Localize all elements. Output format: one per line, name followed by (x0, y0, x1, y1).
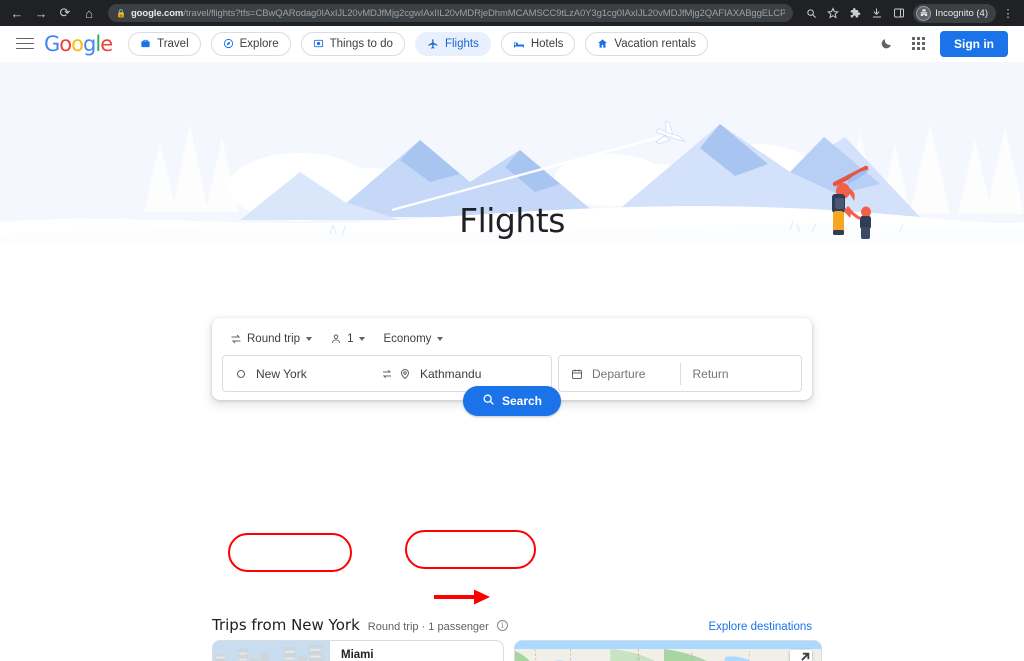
destination-card-list: Miami Dec 2 – 9 Nonstop · 3 hr 15 min $7… (212, 640, 504, 661)
downloads-icon[interactable] (867, 3, 887, 23)
chevron-down-icon (359, 337, 366, 341)
circle-outline-icon (235, 368, 247, 380)
google-travel-nav: Google Travel Explore Things to do Fligh… (0, 26, 1024, 62)
nav-chip-flights[interactable]: Flights (414, 31, 491, 56)
forward-button[interactable]: → (30, 2, 52, 24)
nav-chip-explore[interactable]: Explore (210, 31, 291, 56)
nav-chip-travel[interactable]: Travel (128, 31, 201, 56)
trips-title: Trips from New York (212, 616, 360, 634)
search-button-label: Search (501, 394, 543, 408)
departure-placeholder: Departure (592, 366, 646, 381)
url-text: google.com/travel/flights?tfs=CBwQARodag… (131, 8, 785, 19)
sidepanel-icon[interactable] (889, 3, 909, 23)
bookmark-icon[interactable] (823, 3, 843, 23)
map-canvas (515, 641, 821, 661)
nav-chip-label: Travel (157, 37, 189, 50)
apps-grid-icon[interactable] (908, 34, 928, 54)
sign-in-button[interactable]: Sign in (940, 30, 1008, 57)
chevron-down-icon (437, 337, 444, 341)
expand-diagonal-icon[interactable] (790, 650, 812, 661)
profile-label: Incognito (4) (935, 7, 988, 19)
chevron-down-icon (306, 337, 313, 341)
passenger-count: 1 (347, 333, 354, 345)
origin-input[interactable]: New York (223, 356, 387, 391)
moon-icon[interactable] (876, 34, 896, 54)
bed-icon (513, 38, 525, 50)
main-menu-icon[interactable] (12, 37, 34, 50)
cabin-class-selector[interactable]: Economy (377, 329, 449, 349)
explore-destinations-link[interactable]: Explore destinations (708, 621, 812, 633)
destinations-map[interactable]: Map data ©2023 Google, INEGI (514, 640, 822, 661)
info-icon[interactable]: i (496, 619, 508, 631)
trips-section-header: Trips from New York Round trip · 1 passe… (212, 616, 812, 634)
trip-type-selector[interactable]: Round trip (224, 329, 318, 349)
url-path: /travel/flights?tfs=CBwQARodag0IAxIJL20v… (183, 7, 786, 19)
url-domain: google.com (130, 7, 184, 19)
calendar-icon (571, 368, 583, 380)
nav-chip-label: Things to do (329, 37, 393, 50)
nav-chip-label: Flights (444, 37, 479, 50)
house-icon (597, 38, 608, 49)
lock-icon: 🔒 (116, 8, 126, 18)
passengers-selector[interactable]: 1 (324, 329, 371, 349)
zoom-icon[interactable] (801, 3, 821, 23)
nav-chip-label: Vacation rentals (614, 37, 697, 50)
trip-type-label: Round trip (247, 333, 301, 345)
return-date-input[interactable]: Return (681, 356, 802, 391)
address-bar[interactable]: 🔒 google.com/travel/flights?tfs=CBwQARod… (108, 4, 794, 22)
google-logo: Google (44, 31, 113, 56)
departure-date-input[interactable]: Departure (559, 356, 680, 391)
nav-right-actions: Sign in (876, 30, 1012, 57)
back-button[interactable]: ← (6, 2, 28, 24)
nav-chip-vacation-rentals[interactable]: Vacation rentals (585, 31, 709, 56)
search-button[interactable]: Search (462, 386, 562, 416)
home-button[interactable]: ⌂ (78, 2, 100, 24)
location-pin-icon (399, 368, 411, 380)
incognito-avatar-icon (916, 5, 932, 21)
hero-illustration: Flights (0, 62, 1024, 244)
card-body: Miami Dec 2 – 9 Nonstop · 3 hr 15 min $7… (330, 641, 503, 661)
search-options-row: Round trip 1 Economy (222, 326, 802, 355)
airplane-icon (427, 38, 439, 50)
person-icon (330, 333, 342, 345)
return-placeholder: Return (692, 366, 729, 381)
nav-chip-label: Hotels (530, 37, 564, 50)
nav-chip-hotels[interactable]: Hotels (500, 31, 576, 56)
cabin-class-label: Economy (383, 333, 432, 345)
nav-chip-things-to-do[interactable]: Things to do (300, 31, 405, 56)
miami-skyline-photo (213, 641, 330, 661)
compass-icon (223, 38, 234, 49)
destination-highlight-annotation (405, 530, 536, 569)
origin-highlight-annotation (228, 533, 352, 572)
profile-button[interactable]: Incognito (4) (913, 3, 996, 23)
flight-search-form: Round trip 1 Economy New York Kathmandu … (212, 318, 812, 416)
origin-value: New York (256, 366, 307, 381)
extensions-icon[interactable] (845, 3, 865, 23)
magnifier-icon (482, 393, 495, 409)
dates-group: Departure Return (558, 355, 802, 392)
trips-subtitle: Round trip · 1 passenger (367, 621, 489, 633)
swap-arrows-icon (230, 333, 242, 345)
destination-card[interactable]: Miami Dec 2 – 9 Nonstop · 3 hr 15 min $7… (212, 640, 504, 661)
ticket-icon (313, 38, 324, 49)
browser-menu-icon[interactable]: ⋮ (998, 3, 1018, 23)
swap-locations-button[interactable] (376, 362, 398, 385)
browser-toolbar: ← → ⟳ ⌂ 🔒 google.com/travel/flights?tfs=… (0, 0, 1024, 26)
card-city: Miami (341, 649, 374, 661)
nav-chip-label: Explore (239, 37, 279, 50)
page-title: Flights (459, 201, 565, 240)
suitcase-icon (140, 38, 151, 49)
trips-results: Miami Dec 2 – 9 Nonstop · 3 hr 15 min $7… (212, 640, 822, 661)
destination-value: Kathmandu (420, 366, 482, 381)
search-button-arrow-annotation (434, 589, 490, 605)
reload-button[interactable]: ⟳ (54, 2, 76, 24)
